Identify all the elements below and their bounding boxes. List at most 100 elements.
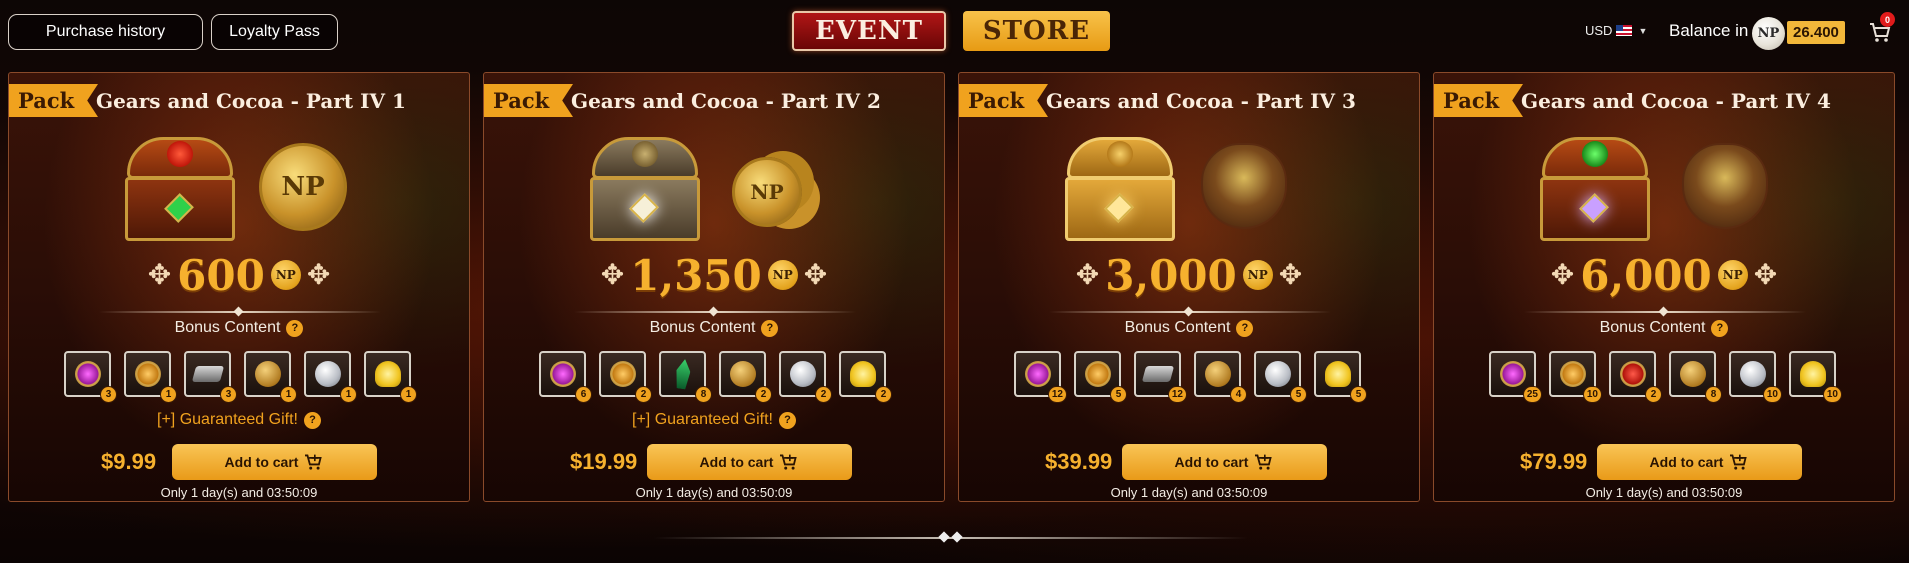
np-amount: 6,000 bbox=[1580, 250, 1712, 300]
add-to-cart-label: Add to cart bbox=[1174, 454, 1249, 470]
bonus-item[interactable]: 12 bbox=[1134, 351, 1187, 403]
offer-timer: Only 1 day(s) and 03:50:09 bbox=[1110, 485, 1268, 500]
np-amount-row: ✥ 1,350 NP ✥ bbox=[484, 250, 944, 300]
np-amount: 1,350 bbox=[630, 250, 762, 300]
guaranteed-gift-link[interactable]: [+] Guaranteed Gift! ? bbox=[9, 411, 469, 429]
offer-timer: Only 1 day(s) and 03:50:09 bbox=[160, 485, 318, 500]
bonus-item[interactable]: 5 bbox=[1074, 351, 1127, 403]
tab-event[interactable]: EVENT bbox=[792, 11, 946, 51]
np-coin-icon: NP bbox=[270, 260, 301, 290]
tab-store[interactable]: STORE bbox=[963, 11, 1110, 51]
pack-tag: Pack bbox=[9, 84, 98, 117]
flourish-left-icon: ✥ bbox=[1550, 259, 1575, 290]
divider bbox=[1049, 311, 1331, 313]
add-to-cart-label: Add to cart bbox=[699, 454, 774, 470]
bonus-item[interactable]: 2 bbox=[1609, 351, 1662, 403]
add-to-cart-button[interactable]: Add to cart bbox=[1597, 444, 1802, 480]
cart-plus-icon bbox=[780, 454, 798, 470]
pack-title: Gears and Cocoa - Part IV 3 bbox=[1046, 89, 1356, 113]
bonus-item[interactable]: 10 bbox=[1729, 351, 1782, 403]
bonus-item[interactable]: 8 bbox=[1669, 351, 1722, 403]
flourish-right-icon: ✥ bbox=[306, 259, 331, 290]
bonus-item[interactable]: 8 bbox=[659, 351, 712, 403]
bonus-item[interactable]: 1 bbox=[124, 351, 177, 403]
cart-plus-icon bbox=[1255, 454, 1273, 470]
coin-pouch-art bbox=[1682, 143, 1768, 229]
currency-selector[interactable]: USD ▼ bbox=[1585, 23, 1647, 38]
amber-gem-icon bbox=[134, 361, 161, 387]
bonus-item[interactable]: 12 bbox=[1014, 351, 1067, 403]
bonus-item[interactable]: 1 bbox=[244, 351, 297, 403]
pack-tag: Pack bbox=[1434, 84, 1523, 117]
help-icon[interactable]: ? bbox=[778, 411, 796, 429]
bonus-item[interactable]: 5 bbox=[1254, 351, 1307, 403]
pack-tag: Pack bbox=[484, 84, 573, 117]
silver-coin-icon bbox=[314, 361, 341, 387]
bonus-item[interactable]: 4 bbox=[1194, 351, 1247, 403]
purchase-history-button[interactable]: Purchase history bbox=[8, 14, 203, 50]
silver-coin-icon bbox=[1739, 361, 1766, 387]
crystal-icon bbox=[673, 358, 691, 390]
bonus-item[interactable]: 5 bbox=[1314, 351, 1367, 403]
add-to-cart-button[interactable]: Add to cart bbox=[172, 444, 377, 480]
bonus-item[interactable]: 2 bbox=[719, 351, 772, 403]
currency-label: USD bbox=[1585, 23, 1613, 38]
bonus-content-row: Bonus Content ? bbox=[1434, 319, 1894, 337]
pager-dot[interactable] bbox=[938, 531, 950, 543]
add-to-cart-button[interactable]: Add to cart bbox=[1122, 444, 1327, 480]
amber-gem-icon bbox=[1084, 361, 1111, 387]
item-quantity: 12 bbox=[1047, 386, 1067, 403]
bonus-item[interactable]: 1 bbox=[364, 351, 417, 403]
flourish-left-icon: ✥ bbox=[147, 259, 172, 290]
add-to-cart-button[interactable]: Add to cart bbox=[647, 444, 852, 480]
bonus-item[interactable]: 1 bbox=[304, 351, 357, 403]
item-quantity: 1 bbox=[340, 386, 357, 403]
bonus-item[interactable]: 2 bbox=[599, 351, 652, 403]
item-quantity: 2 bbox=[755, 386, 772, 403]
bonus-items-list: 25 10 2 8 10 10 bbox=[1489, 351, 1842, 403]
flourish-right-icon: ✥ bbox=[803, 259, 828, 290]
pager-dot-active[interactable] bbox=[951, 531, 963, 543]
np-coin-art: NP bbox=[259, 143, 347, 231]
cart-count-badge: 0 bbox=[1880, 12, 1895, 27]
item-quantity: 1 bbox=[160, 386, 177, 403]
guaranteed-gift-link[interactable]: [+] Guaranteed Gift! ? bbox=[484, 411, 944, 429]
item-quantity: 2 bbox=[875, 386, 892, 403]
bonus-item[interactable]: 3 bbox=[184, 351, 237, 403]
help-icon[interactable]: ? bbox=[303, 411, 321, 429]
ruby-gem-icon bbox=[1619, 361, 1646, 387]
silver-coin-icon bbox=[789, 361, 816, 387]
help-icon[interactable]: ? bbox=[286, 319, 304, 337]
loyalty-pass-button[interactable]: Loyalty Pass bbox=[211, 14, 338, 50]
help-icon[interactable]: ? bbox=[1236, 319, 1254, 337]
bonus-items-list: 12 5 12 4 5 5 bbox=[1014, 351, 1367, 403]
purple-gem-icon bbox=[549, 361, 576, 387]
bonus-item[interactable]: 10 bbox=[1789, 351, 1842, 403]
purple-gem-icon bbox=[74, 361, 101, 387]
coin-pouch-art bbox=[1201, 143, 1287, 229]
item-quantity: 12 bbox=[1167, 386, 1187, 403]
bonus-item[interactable]: 10 bbox=[1549, 351, 1602, 403]
purple-gem-icon bbox=[1024, 361, 1051, 387]
item-quantity: 5 bbox=[1350, 386, 1367, 403]
bonus-item[interactable]: 3 bbox=[64, 351, 117, 403]
help-icon[interactable]: ? bbox=[1711, 319, 1729, 337]
bonus-item[interactable]: 2 bbox=[779, 351, 832, 403]
buy-row: $9.99 Add to cart bbox=[9, 444, 469, 480]
divider bbox=[1524, 311, 1806, 313]
ingot-icon bbox=[1141, 366, 1174, 382]
guaranteed-gift-label: [+] Guaranteed Gift! bbox=[157, 411, 298, 428]
help-icon[interactable]: ? bbox=[761, 319, 779, 337]
buy-row: $79.99 Add to cart bbox=[1434, 444, 1894, 480]
offer-timer: Only 1 day(s) and 03:50:09 bbox=[1585, 485, 1743, 500]
caret-down-icon: ▼ bbox=[1638, 25, 1648, 36]
item-quantity: 3 bbox=[100, 386, 117, 403]
bonus-item[interactable]: 6 bbox=[539, 351, 592, 403]
np-coin-icon: NP bbox=[1242, 260, 1273, 290]
bonus-item[interactable]: 25 bbox=[1489, 351, 1542, 403]
np-amount: 3,000 bbox=[1105, 250, 1237, 300]
bonus-content-label: Bonus Content bbox=[1599, 319, 1706, 336]
balance-value: 26.400 bbox=[1787, 21, 1845, 44]
bonus-item[interactable]: 2 bbox=[839, 351, 892, 403]
flourish-left-icon: ✥ bbox=[1075, 259, 1100, 290]
